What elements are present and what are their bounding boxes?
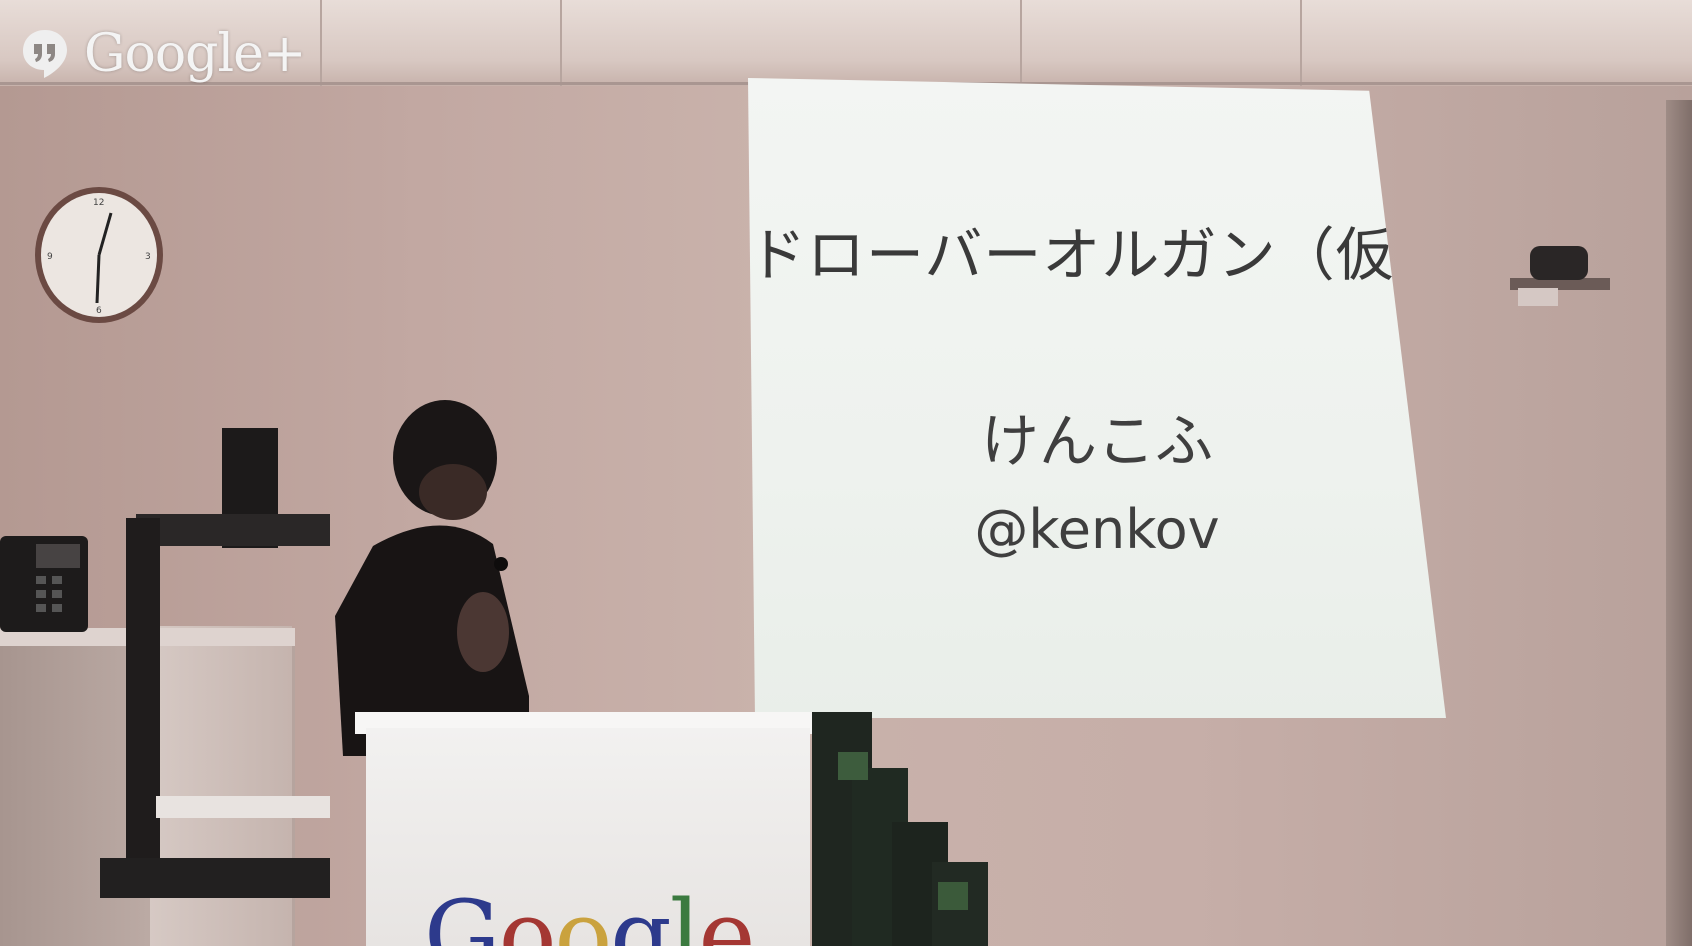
google-plus-wordmark: Google+ — [84, 24, 306, 84]
google-plus-overlay: Google+ — [20, 24, 306, 84]
svg-text:3: 3 — [145, 252, 151, 262]
svg-text:9: 9 — [47, 252, 53, 262]
svg-text:12: 12 — [93, 198, 104, 208]
slide-handle: @kenkov — [974, 498, 1220, 561]
desk-phone — [0, 536, 88, 632]
svg-text:6: 6 — [96, 306, 102, 316]
wall-camera — [1510, 246, 1610, 306]
pixel-sculpture — [812, 712, 988, 946]
wall-edge — [1666, 100, 1692, 946]
podium-logo: Google — [424, 880, 755, 946]
presenter — [335, 400, 529, 756]
wall-clock: 12 3 6 9 — [35, 187, 163, 323]
document-camera — [100, 428, 330, 898]
slide-title: ドローバーオルガン（仮） — [748, 221, 1454, 289]
slide-author: けんこふ — [980, 407, 1213, 475]
hangouts-icon — [23, 30, 67, 78]
projector-screen: ドローバーオルガン（仮） けんこふ @kenkov — [748, 78, 1446, 718]
video-frame: 12 3 6 9 ドローバーオルガン（仮） けんこふ @kenkov Googl… — [0, 0, 1692, 946]
